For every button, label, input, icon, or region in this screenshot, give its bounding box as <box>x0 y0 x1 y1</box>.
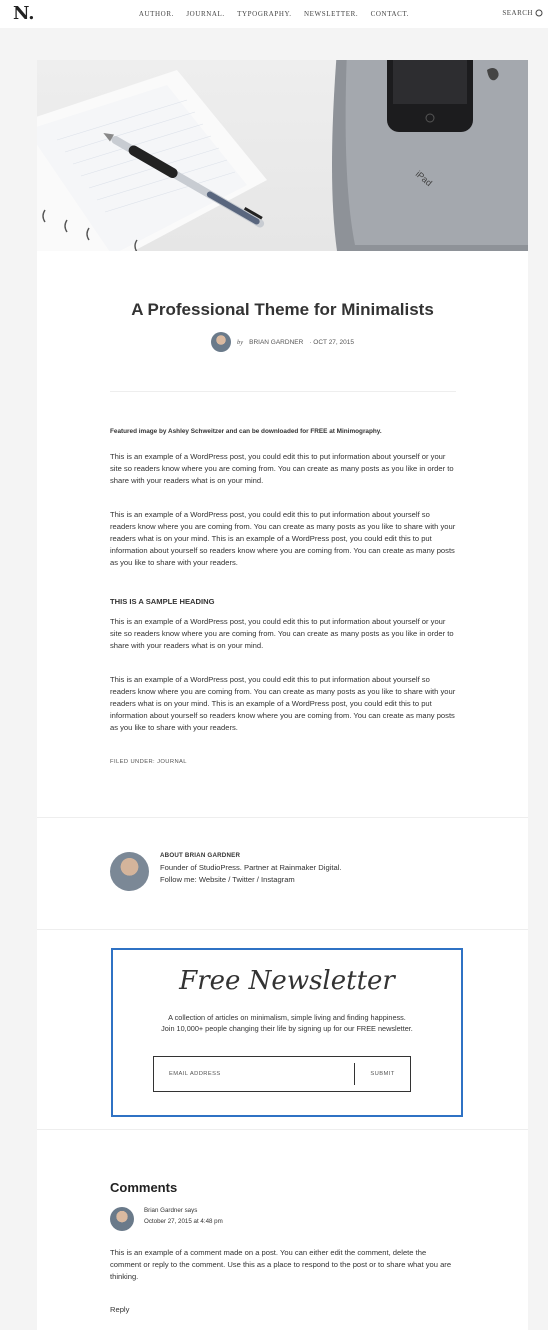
newsletter-line: Join 10,000+ people changing their life … <box>161 1024 413 1033</box>
filed-under[interactable]: FILED UNDER: JOURNAL <box>110 759 187 765</box>
author-social-links[interactable]: Follow me: Website / Twitter / Instagram <box>160 874 450 886</box>
author-avatar-small <box>210 332 231 352</box>
post-heading: THIS IS A SAMPLE HEADING <box>110 597 215 606</box>
commenter-avatar <box>110 1207 134 1231</box>
comment-author: Brian Gardner says <box>144 1207 198 1214</box>
section-divider <box>37 929 528 930</box>
search-label: SEARCH <box>502 9 533 17</box>
post-paragraph: This is an example of a WordPress post, … <box>110 617 454 650</box>
post-paragraph: This is an example of a WordPress post, … <box>110 510 456 567</box>
newsletter-form: SUBMIT <box>153 1056 411 1092</box>
image-credit: Featured image by Ashley Schweitzer and … <box>110 428 382 435</box>
author-avatar <box>110 852 149 891</box>
main-nav: AUTHOR. JOURNAL. TYPOGRAPHY. NEWSLETTER.… <box>0 10 548 18</box>
byline-by: by <box>236 338 244 346</box>
reply-link[interactable]: Reply <box>110 1305 129 1314</box>
section-divider <box>37 817 528 818</box>
post-paragraph: This is an example of a WordPress post, … <box>110 675 456 732</box>
post-paragraph: This is an example of a WordPress post, … <box>110 452 454 485</box>
featured-image: iPad <box>37 60 528 251</box>
nav-item-journal[interactable]: JOURNAL. <box>186 10 224 18</box>
newsletter-widget: Free Newsletter A collection of articles… <box>111 948 463 1117</box>
post-byline: by BRIAN GARDNER · OCT 27, 2015 <box>37 332 528 352</box>
nav-item-typography[interactable]: TYPOGRAPHY. <box>237 10 292 18</box>
submit-button[interactable]: SUBMIT <box>354 1063 410 1085</box>
comment-date[interactable]: October 27, 2015 at 4:48 pm <box>144 1218 223 1225</box>
newsletter-title: Free Newsletter <box>179 966 395 996</box>
title-divider <box>110 391 456 392</box>
section-divider <box>37 1129 528 1130</box>
site-header: N. AUTHOR. JOURNAL. TYPOGRAPHY. NEWSLETT… <box>0 0 548 28</box>
post-title: A Professional Theme for Minimalists <box>131 300 434 319</box>
newsletter-line: A collection of articles on minimalism, … <box>168 1013 406 1022</box>
newsletter-description: A collection of articles on minimalism, … <box>113 1012 461 1034</box>
comments-title: Comments <box>110 1180 178 1195</box>
nav-item-newsletter[interactable]: NEWSLETTER. <box>304 10 358 18</box>
author-box-title: ABOUT BRIAN GARDNER <box>160 852 241 859</box>
byline-author[interactable]: BRIAN GARDNER <box>249 339 303 346</box>
search-icon <box>535 9 543 17</box>
nav-item-contact[interactable]: CONTACT. <box>371 10 410 18</box>
comment-body: This is an example of a comment made on … <box>110 1248 452 1281</box>
comment-header: Brian Gardner says October 27, 2015 at 4… <box>110 1205 456 1231</box>
author-bio-line: Founder of StudioPress. Partner at Rainm… <box>160 863 342 872</box>
email-input[interactable] <box>154 1057 354 1091</box>
byline-date: · OCT 27, 2015 <box>309 338 354 346</box>
search-toggle[interactable]: SEARCH <box>502 9 543 17</box>
author-bio: Founder of StudioPress. Partner at Rainm… <box>160 862 450 886</box>
post-card: iPad A Professional Theme for Minimalist… <box>37 60 528 1330</box>
nav-item-author[interactable]: AUTHOR. <box>139 10 174 18</box>
